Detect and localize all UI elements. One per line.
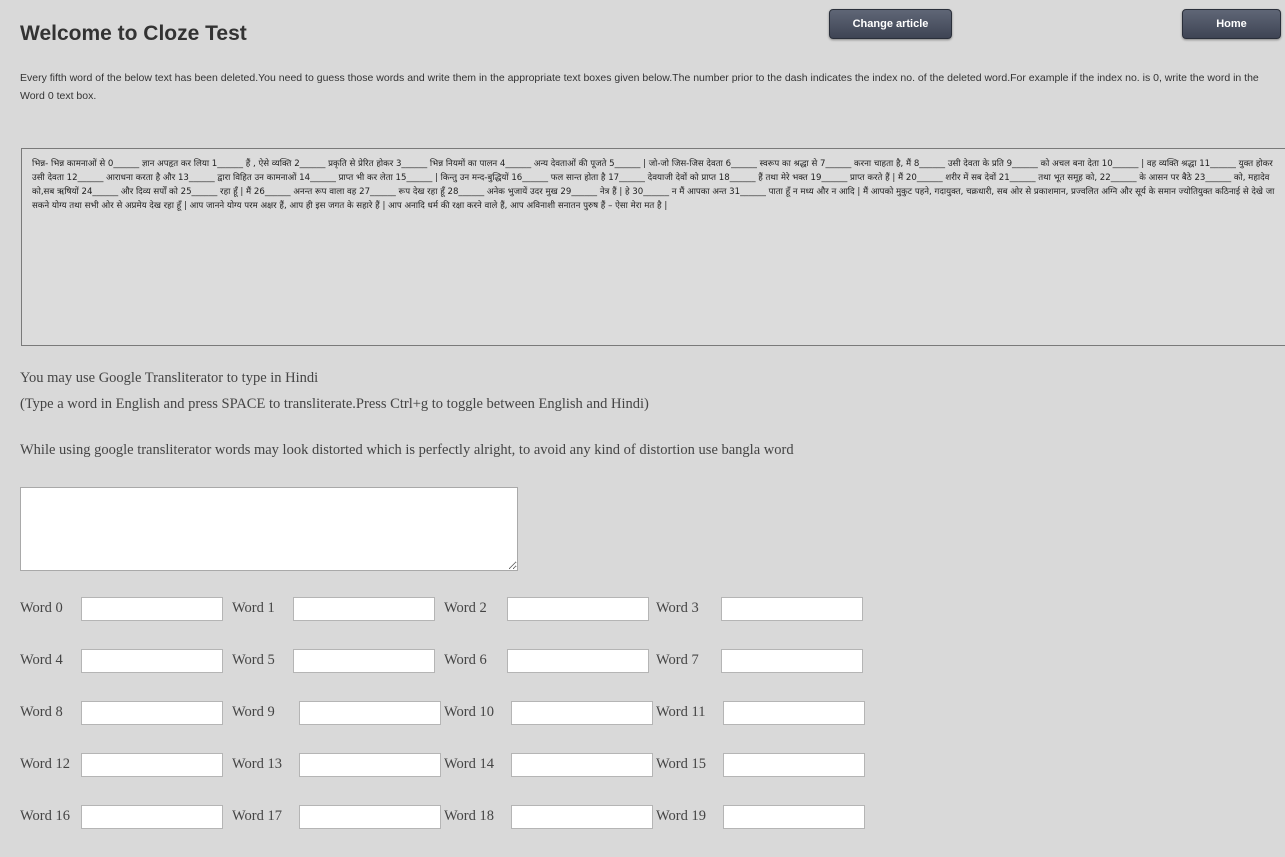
word-label-17: Word 17 (232, 808, 282, 824)
word-label-15: Word 15 (656, 756, 706, 772)
word-label-2: Word 2 (444, 600, 487, 616)
word-input-2[interactable] (507, 597, 649, 621)
transliterator-instructions: (Type a word in English and press SPACE … (20, 396, 649, 412)
word-input-9[interactable] (299, 701, 441, 725)
word-input-14[interactable] (511, 753, 653, 777)
word-label-13: Word 13 (232, 756, 282, 772)
word-label-16: Word 16 (20, 808, 70, 824)
word-input-6[interactable] (507, 649, 649, 673)
word-input-0[interactable] (81, 597, 223, 621)
word-label-8: Word 8 (20, 704, 63, 720)
word-input-4[interactable] (81, 649, 223, 673)
word-label-18: Word 18 (444, 808, 494, 824)
distortion-note: While using google transliterator words … (20, 442, 794, 458)
word-label-10: Word 10 (444, 704, 494, 720)
word-input-13[interactable] (299, 753, 441, 777)
word-input-15[interactable] (723, 753, 865, 777)
word-label-11: Word 11 (656, 704, 706, 720)
transliteration-textarea[interactable] (20, 487, 518, 571)
word-label-3: Word 3 (656, 600, 699, 616)
word-label-14: Word 14 (444, 756, 494, 772)
home-button[interactable]: Home (1182, 9, 1281, 39)
word-input-12[interactable] (81, 753, 223, 777)
word-input-17[interactable] (299, 805, 441, 829)
word-label-9: Word 9 (232, 704, 275, 720)
word-input-19[interactable] (723, 805, 865, 829)
word-label-12: Word 12 (20, 756, 70, 772)
word-label-19: Word 19 (656, 808, 706, 824)
instructions-text: Every fifth word of the below text has b… (20, 72, 1259, 102)
word-label-0: Word 0 (20, 600, 63, 616)
article-text: भिन्न- भिन्न कामनाओं से 0______ ज्ञान अप… (21, 148, 1285, 346)
word-label-6: Word 6 (444, 652, 487, 668)
word-label-4: Word 4 (20, 652, 63, 668)
word-input-7[interactable] (721, 649, 863, 673)
word-input-1[interactable] (293, 597, 435, 621)
word-input-18[interactable] (511, 805, 653, 829)
word-label-7: Word 7 (656, 652, 699, 668)
word-label-5: Word 5 (232, 652, 275, 668)
word-label-1: Word 1 (232, 600, 275, 616)
word-input-10[interactable] (511, 701, 653, 725)
page-title: Welcome to Cloze Test (20, 22, 247, 45)
word-input-16[interactable] (81, 805, 223, 829)
word-input-11[interactable] (723, 701, 865, 725)
word-input-5[interactable] (293, 649, 435, 673)
word-input-3[interactable] (721, 597, 863, 621)
transliterator-hint: You may use Google Transliterator to typ… (20, 370, 319, 386)
change-article-button[interactable]: Change article (829, 9, 952, 39)
word-input-8[interactable] (81, 701, 223, 725)
